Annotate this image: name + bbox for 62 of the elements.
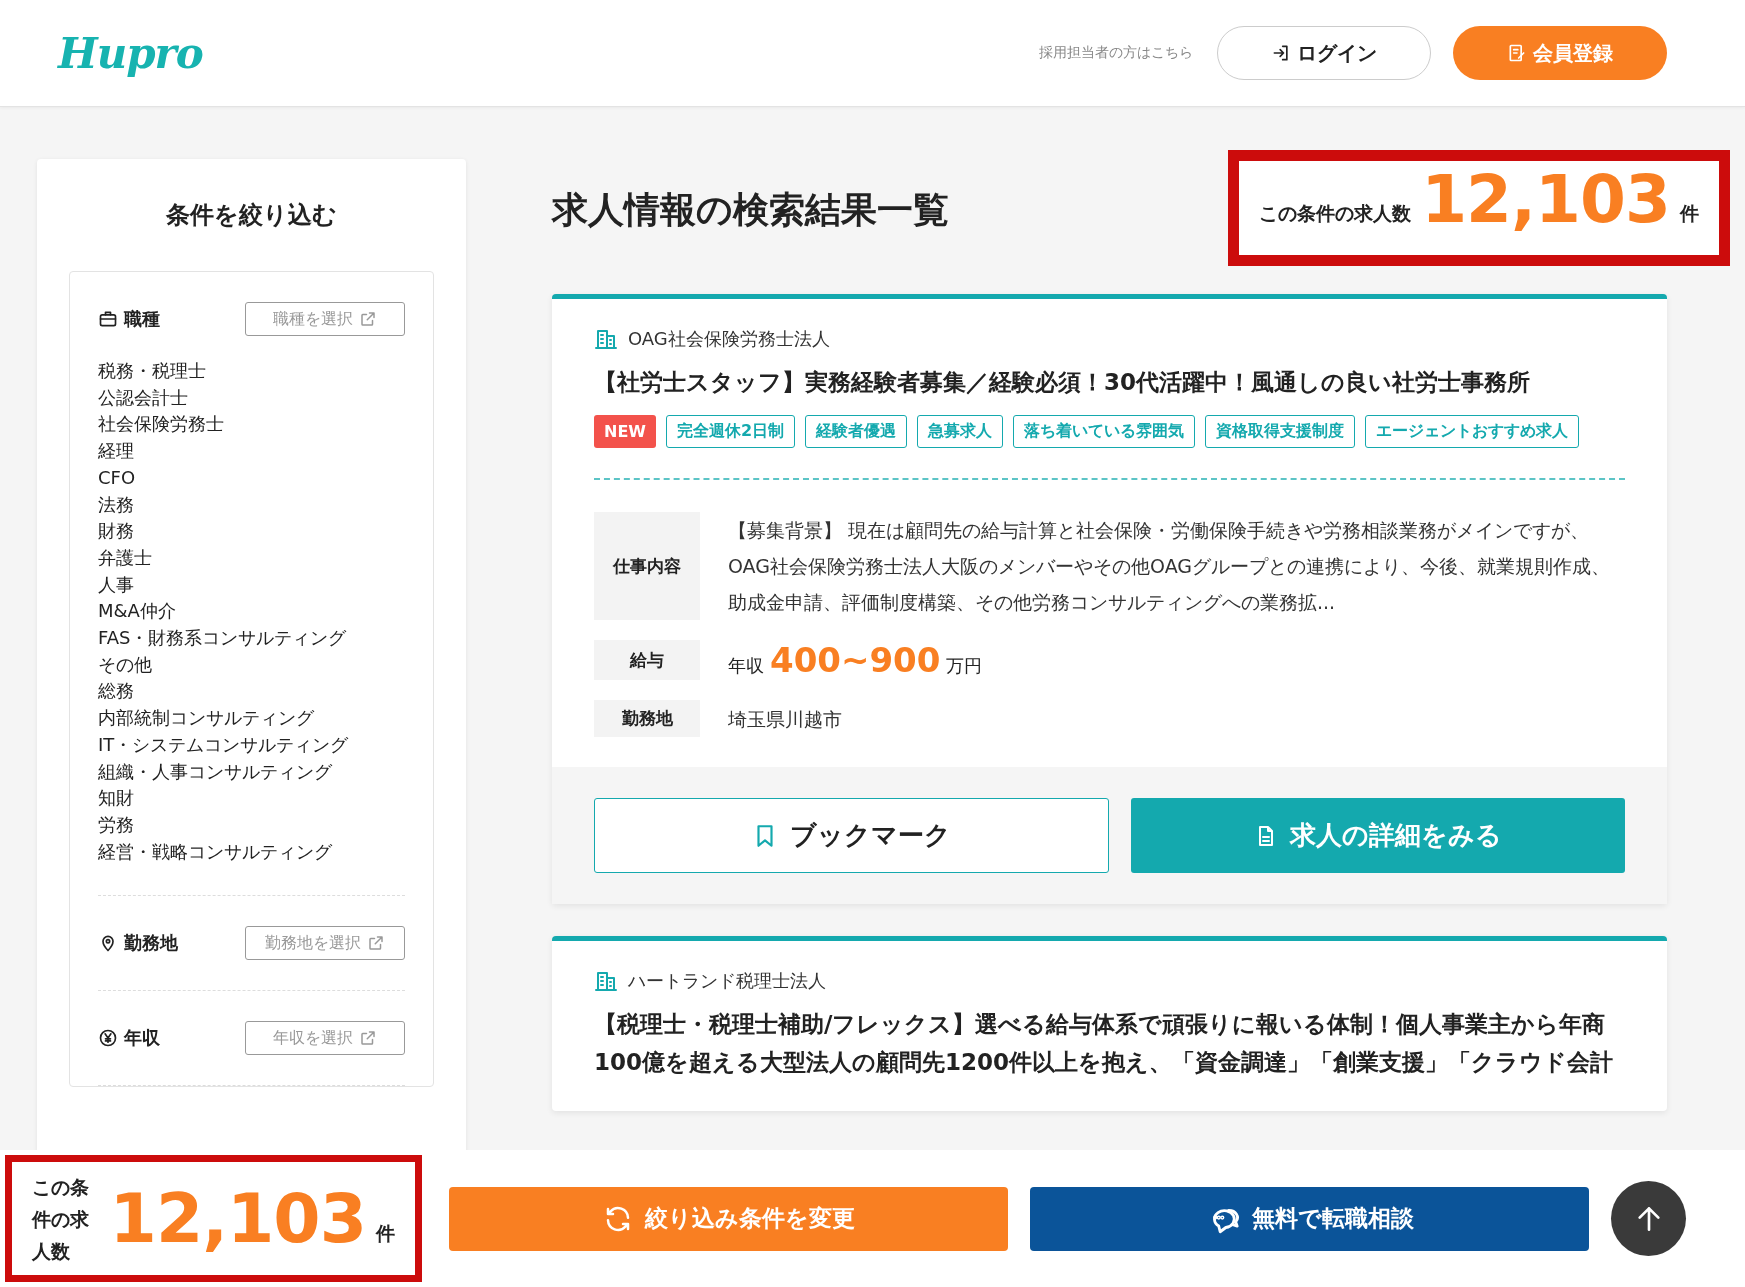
feature-tag: 経験者優遇 bbox=[805, 415, 908, 448]
filter-label: 勤務地 bbox=[124, 931, 178, 956]
filter-label: 年収 bbox=[124, 1026, 160, 1051]
count-unit: 件 bbox=[1679, 200, 1699, 226]
filter-item[interactable]: 組織・人事コンサルティング bbox=[98, 758, 405, 786]
detail-label: 給与 bbox=[594, 640, 700, 680]
detail-label: 勤務地 bbox=[594, 700, 700, 737]
external-link-icon bbox=[359, 1029, 377, 1048]
detail-value: 埼玉県川越市 bbox=[728, 706, 843, 732]
count-label: この条件の求人数 bbox=[1259, 200, 1412, 226]
company-name: ハートランド税理士法人 bbox=[628, 969, 826, 993]
external-link-icon bbox=[367, 934, 385, 953]
login-icon bbox=[1271, 43, 1291, 63]
form-icon bbox=[1507, 43, 1527, 63]
feature-tag: 落ち着いている雰囲気 bbox=[1013, 415, 1196, 448]
feature-tag: エージェントおすすめ求人 bbox=[1365, 415, 1580, 448]
filter-item[interactable]: 財務 bbox=[98, 518, 405, 545]
building-icon bbox=[594, 969, 618, 993]
job-title[interactable]: 【社労士スタッフ】実務経験者募集／経験必須！30代活躍中！風通しの良い社労士事務所 bbox=[594, 363, 1625, 401]
filter-item[interactable]: 弁護士 bbox=[98, 544, 405, 572]
building-icon bbox=[594, 327, 618, 351]
briefcase-icon bbox=[98, 309, 118, 329]
feature-tag: 完全週休2日制 bbox=[665, 415, 796, 448]
recruiter-link[interactable]: 採用担当者の方はこちら bbox=[1039, 44, 1193, 62]
feature-tag: 急募求人 bbox=[917, 415, 1004, 448]
filter-item[interactable]: 総務 bbox=[98, 678, 405, 706]
filter-item[interactable]: 税務・税理士 bbox=[98, 358, 405, 385]
new-badge: NEW bbox=[594, 415, 656, 448]
feature-tag: 資格取得支援制度 bbox=[1205, 415, 1356, 448]
detail-value: 【募集背景】 現在は顧問先の給与計算と社会保険・労働保険手続きや労務相談業務がメインですが、OAG社会保険労務士法人大阪のメンバーやその他OAGグループとの連携により、今後、就業規則作成、助成金申請、評価制度構築、その他労務コンサルティングへの業務拡... bbox=[728, 518, 1611, 615]
filter-item[interactable]: 知財 bbox=[98, 785, 405, 812]
filter-item[interactable]: 内部統制コンサルティング bbox=[98, 705, 405, 732]
login-button[interactable]: ログイン bbox=[1217, 26, 1431, 80]
count-unit: 件 bbox=[376, 1221, 395, 1246]
filter-label: 職種 bbox=[124, 307, 160, 331]
filter-item[interactable]: M&A仲介 bbox=[98, 598, 405, 626]
filter-item[interactable]: FAS・財務系コンサルティング bbox=[98, 625, 405, 652]
salary-amount: 400~900 bbox=[770, 640, 941, 680]
filter-item[interactable]: 経営・戦略コンサルティング bbox=[98, 838, 405, 866]
filter-item[interactable]: 社会保険労務士 bbox=[98, 411, 405, 439]
filter-item[interactable]: 人事 bbox=[98, 571, 405, 599]
filter-item[interactable]: 公認会計士 bbox=[98, 384, 405, 412]
filter-item[interactable]: 経理 bbox=[98, 438, 405, 465]
job-title[interactable]: 【税理士・税理士補助/フレックス】選べる給与体系で頑張りに報いる体制！個人事業主から年商100億を超える大型法人の顧問先1200件以上を抱え、「資金調達」「創業支援」「クラウド会計 bbox=[594, 1005, 1625, 1081]
filter-item[interactable]: CFO bbox=[98, 464, 405, 492]
result-count: 12,103 bbox=[109, 1184, 366, 1253]
filter-item[interactable]: 法務 bbox=[98, 491, 405, 519]
yen-icon bbox=[98, 1028, 118, 1049]
filter-title: 条件を絞り込む bbox=[165, 200, 338, 231]
detail-label: 仕事内容 bbox=[594, 512, 700, 620]
filter-item[interactable]: その他 bbox=[98, 651, 405, 679]
bookmark-button[interactable]: ブックマーク bbox=[594, 798, 1110, 873]
filter-item[interactable]: IT・システムコンサルティング bbox=[98, 731, 405, 759]
count-label: この条件の求人数 bbox=[32, 1174, 90, 1264]
salary-unit: 万円 bbox=[946, 654, 983, 678]
salary-prefix: 年収 bbox=[728, 654, 764, 678]
consult-button[interactable]: 無料で転職相談 bbox=[1030, 1186, 1589, 1251]
company-name: OAG社会保険労務士法人 bbox=[628, 327, 830, 351]
result-count: 12,103 bbox=[1421, 166, 1670, 233]
page-title: 求人情報の検索結果一覧 bbox=[552, 187, 949, 232]
filter-item[interactable]: 労務 bbox=[98, 811, 405, 839]
external-link-icon bbox=[359, 310, 377, 328]
